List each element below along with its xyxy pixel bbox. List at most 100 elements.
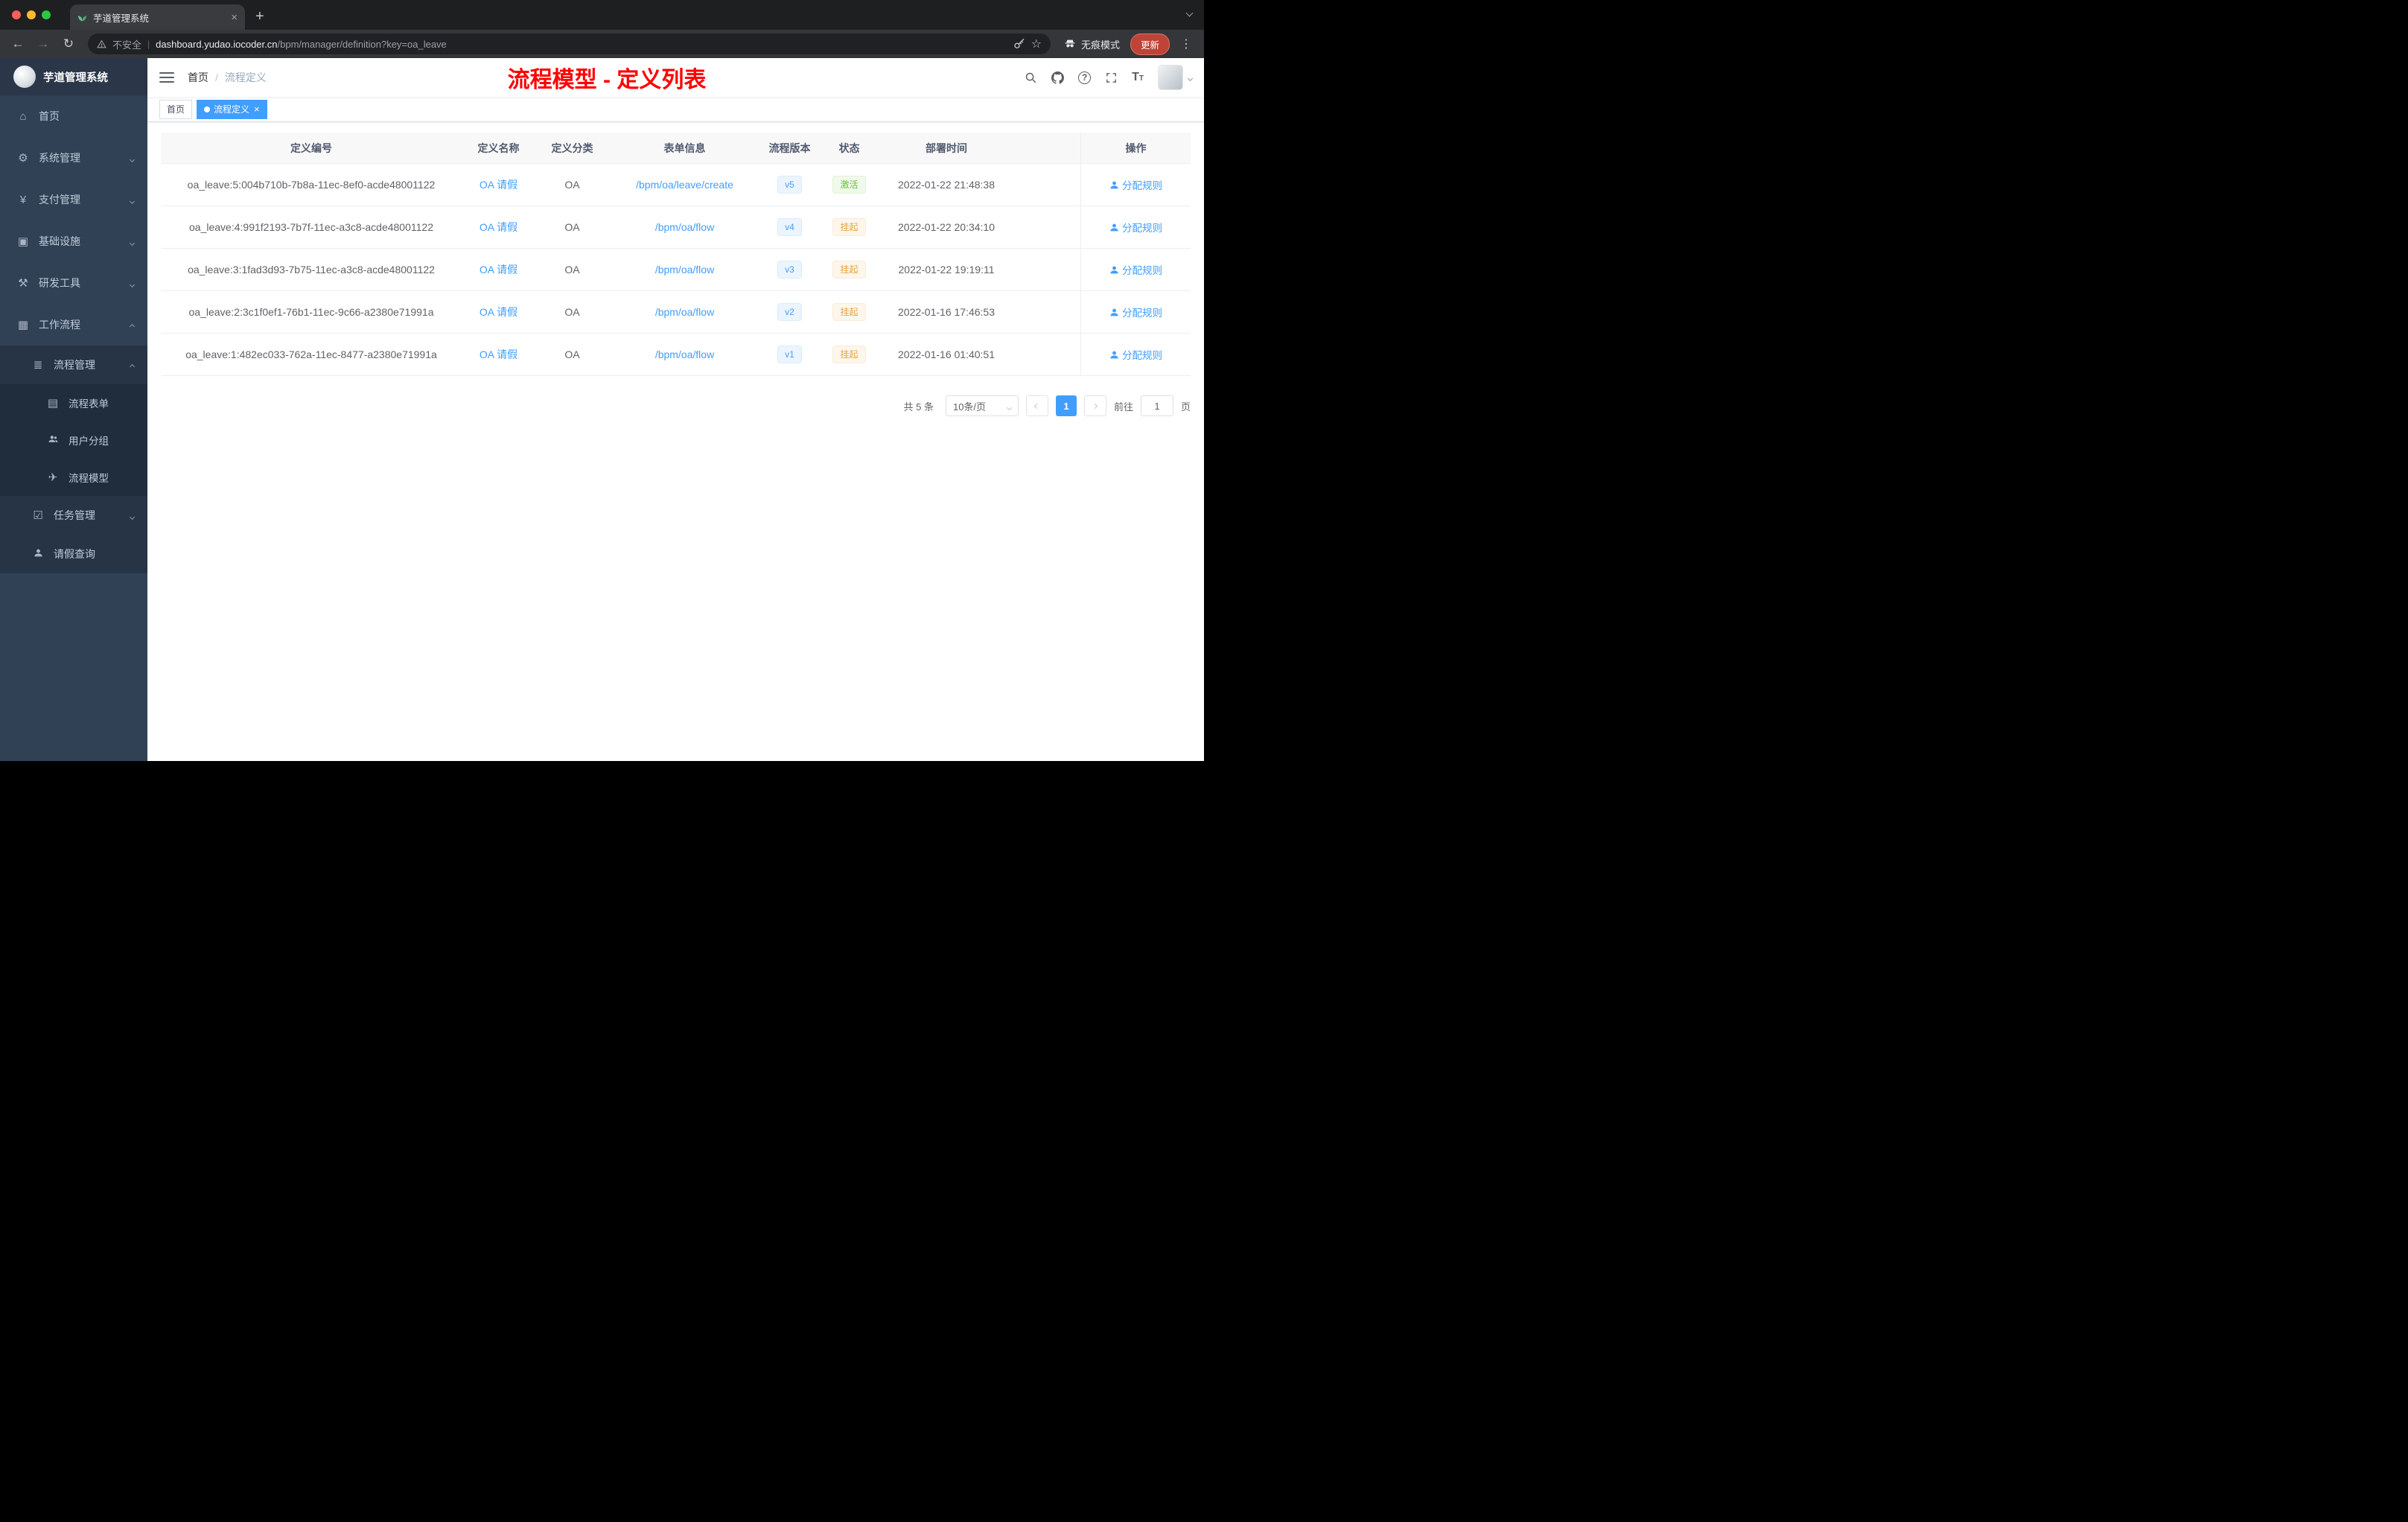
sidebar-item-label: 流程管理 bbox=[54, 359, 95, 371]
pagination-total: 共 5 条 bbox=[903, 401, 934, 413]
sidebar-item-label: 任务管理 bbox=[54, 509, 95, 521]
tab-strip: 芋道管理系统 × + bbox=[0, 0, 1204, 30]
user-avatar-menu[interactable] bbox=[1158, 65, 1194, 90]
sidebar-item-label: 流程表单 bbox=[69, 398, 109, 410]
workflow-icon: ▦ bbox=[17, 319, 29, 331]
definition-name-link[interactable]: OA 请假 bbox=[480, 305, 517, 319]
definition-name-link[interactable]: OA 请假 bbox=[480, 347, 517, 362]
sidebar-item-user-group[interactable]: 用户分组 bbox=[0, 421, 147, 459]
form-info-link[interactable]: /bpm/oa/flow bbox=[655, 221, 714, 233]
assign-rule-button[interactable]: 分配规则 bbox=[1109, 262, 1162, 277]
definition-id: oa_leave:1:482ec033-762a-11ec-8477-a2380… bbox=[185, 348, 437, 360]
password-key-icon[interactable] bbox=[1013, 38, 1025, 50]
tag-home[interactable]: 首页 bbox=[159, 99, 193, 119]
address-bar[interactable]: 不安全 | dashboard.yudao.iocoder.cn/bpm/man… bbox=[88, 34, 1051, 54]
new-tab-button[interactable]: + bbox=[255, 8, 264, 25]
table-row: oa_leave:4:991f2193-7b7f-11ec-a3c8-acde4… bbox=[161, 206, 1191, 249]
next-page-button[interactable] bbox=[1083, 395, 1106, 416]
definition-id: oa_leave:2:3c1f0ef1-76b1-11ec-9c66-a2380… bbox=[188, 306, 434, 318]
tag-label: 首页 bbox=[167, 104, 185, 115]
sidebar-item-task-management[interactable]: ☑ 任务管理 bbox=[0, 496, 147, 535]
assign-rule-button[interactable]: 分配规则 bbox=[1109, 347, 1162, 362]
breadcrumb-current: 流程定义 bbox=[224, 71, 267, 83]
tag-process-definition[interactable]: 流程定义 × bbox=[197, 99, 267, 119]
incognito-label: 无痕模式 bbox=[1080, 39, 1120, 51]
font-size-icon[interactable]: TT bbox=[1132, 71, 1144, 84]
page-size-select[interactable]: 10条/页 bbox=[945, 395, 1019, 416]
sidebar-item-label: 用户分组 bbox=[69, 436, 109, 447]
sidebar-item-payment[interactable]: ¥ 支付管理 bbox=[0, 179, 147, 220]
chevron-down-icon bbox=[129, 277, 136, 289]
version-badge: v3 bbox=[777, 261, 802, 278]
assign-rule-button[interactable]: 分配规则 bbox=[1109, 177, 1162, 192]
bookmark-star-icon[interactable]: ☆ bbox=[1031, 36, 1042, 51]
person-icon bbox=[1110, 308, 1118, 316]
tab-search-chevron-icon[interactable] bbox=[1185, 6, 1194, 19]
page-size-value: 10条/页 bbox=[952, 401, 987, 413]
browser-menu-kebab-icon[interactable]: ⋮ bbox=[1177, 36, 1195, 51]
document-icon: ▤ bbox=[47, 397, 59, 410]
deploy-time: 2022-01-22 19:19:11 bbox=[898, 264, 995, 276]
browser-tab[interactable]: 芋道管理系统 × bbox=[70, 4, 245, 30]
forward-button[interactable]: → bbox=[34, 36, 52, 51]
definition-id: oa_leave:5:004b710b-7b8a-11ec-8ef0-acde4… bbox=[187, 179, 436, 191]
goto-page-input[interactable] bbox=[1140, 395, 1173, 416]
definition-name-link[interactable]: OA 请假 bbox=[480, 220, 517, 235]
sidebar-item-system[interactable]: ⚙ 系统管理 bbox=[0, 137, 147, 179]
status-badge: 挂起 bbox=[832, 261, 866, 278]
form-info-link[interactable]: /bpm/oa/flow bbox=[655, 348, 714, 360]
chevron-down-icon bbox=[1006, 401, 1013, 412]
assign-rule-label: 分配规则 bbox=[1122, 308, 1162, 319]
active-tag-dot bbox=[204, 106, 211, 112]
form-info-link[interactable]: /bpm/oa/leave/create bbox=[636, 179, 733, 191]
sidebar-item-process-management[interactable]: ≣ 流程管理 bbox=[0, 346, 147, 384]
tab-title: 芋道管理系统 bbox=[93, 13, 150, 24]
prev-page-button[interactable] bbox=[1025, 395, 1048, 416]
fullscreen-icon[interactable] bbox=[1105, 71, 1118, 84]
sidebar-item-label: 基础设施 bbox=[39, 235, 80, 247]
sidebar-toggle-hamburger-icon[interactable] bbox=[159, 72, 174, 83]
search-icon[interactable] bbox=[1025, 71, 1037, 84]
sidebar-item-label: 支付管理 bbox=[39, 194, 80, 206]
back-button[interactable]: ← bbox=[9, 36, 27, 51]
help-icon[interactable]: ? bbox=[1078, 71, 1092, 84]
version-badge: v5 bbox=[777, 176, 802, 194]
reload-button[interactable]: ↻ bbox=[60, 36, 77, 51]
chevron-down-icon bbox=[129, 152, 136, 164]
column-header: 部署时间 bbox=[926, 141, 967, 154]
sidebar-item-home[interactable]: ⌂ 首页 bbox=[0, 95, 147, 137]
tag-close-icon[interactable]: × bbox=[254, 104, 260, 115]
person-icon bbox=[31, 548, 45, 561]
window-minimize-button[interactable] bbox=[27, 10, 36, 19]
definition-name-link[interactable]: OA 请假 bbox=[480, 262, 517, 277]
tag-label: 流程定义 bbox=[214, 104, 250, 115]
column-header: 流程版本 bbox=[768, 141, 811, 154]
assign-rule-button[interactable]: 分配规则 bbox=[1109, 220, 1162, 235]
breadcrumb-home[interactable]: 首页 bbox=[188, 70, 208, 85]
definition-name-link[interactable]: OA 请假 bbox=[480, 177, 517, 192]
window-zoom-button[interactable] bbox=[42, 10, 51, 19]
sidebar-item-devtools[interactable]: ⚒ 研发工具 bbox=[0, 262, 147, 304]
assign-rule-label: 分配规则 bbox=[1122, 265, 1162, 276]
github-icon[interactable] bbox=[1051, 71, 1065, 84]
tab-close-icon[interactable]: × bbox=[231, 11, 238, 24]
incognito-badge: 无痕模式 bbox=[1061, 37, 1123, 51]
form-info-link[interactable]: /bpm/oa/flow bbox=[655, 306, 714, 318]
chevron-up-icon bbox=[129, 359, 136, 371]
assign-rule-button[interactable]: 分配规则 bbox=[1109, 305, 1162, 319]
sidebar-item-workflow[interactable]: ▦ 工作流程 bbox=[0, 304, 147, 346]
sidebar-item-leave-query[interactable]: 请假查询 bbox=[0, 535, 147, 573]
sidebar-item-process-model[interactable]: ✈ 流程模型 bbox=[0, 459, 147, 496]
omnibox-separator: | bbox=[147, 39, 150, 49]
form-info-link[interactable]: /bpm/oa/flow bbox=[655, 264, 714, 276]
sidebar-item-infrastructure[interactable]: ▣ 基础设施 bbox=[0, 220, 147, 262]
sidebar-item-process-form[interactable]: ▤ 流程表单 bbox=[0, 384, 147, 421]
breadcrumb-separator: / bbox=[215, 71, 218, 83]
browser-update-button[interactable]: 更新 bbox=[1130, 33, 1170, 55]
column-header: 定义名称 bbox=[477, 141, 520, 154]
current-page-button[interactable]: 1 bbox=[1055, 395, 1077, 416]
window-close-button[interactable] bbox=[12, 10, 21, 19]
users-icon bbox=[46, 434, 60, 447]
deploy-time: 2022-01-22 21:48:38 bbox=[898, 179, 995, 191]
task-icon: ☑ bbox=[33, 509, 43, 522]
